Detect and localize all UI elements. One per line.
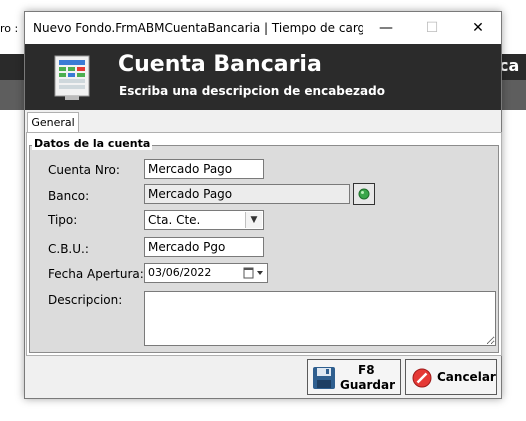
descripcion-label: Descripcion:: [48, 293, 123, 307]
descripcion-textarea[interactable]: [144, 291, 496, 346]
cbu-label: C.B.U.:: [48, 242, 89, 256]
tab-strip: General: [25, 110, 501, 133]
cbu-input[interactable]: [144, 237, 264, 257]
tipo-selected-value: Cta. Cte.: [148, 213, 201, 227]
calendar-dropdown-icon[interactable]: [243, 267, 265, 279]
banco-search-button[interactable]: [353, 183, 375, 205]
cancelar-button[interactable]: Cancelar: [405, 359, 497, 395]
maximize-button: ☐: [425, 20, 439, 36]
group-legend: Datos de la cuenta: [32, 137, 153, 150]
fecha-apertura-label: Fecha Apertura:: [48, 267, 144, 281]
green-globe-icon: [358, 188, 370, 200]
guardar-shortcut: F8: [358, 363, 375, 377]
background-label: ro :: [0, 22, 19, 35]
minimize-button[interactable]: —: [363, 12, 409, 44]
fecha-apertura-picker[interactable]: 03/06/2022: [144, 263, 268, 283]
datos-cuenta-group: Datos de la cuenta Cuenta Nro: Banco: Ti…: [29, 137, 499, 353]
tab-general[interactable]: General: [27, 112, 79, 133]
guardar-button[interactable]: F8 Guardar: [307, 359, 401, 395]
cuenta-nro-input[interactable]: [144, 159, 264, 179]
title-bar[interactable]: Nuevo Fondo.FrmABMCuentaBancaria | Tiemp…: [25, 12, 501, 44]
banco-label: Banco:: [48, 189, 90, 203]
header-subtitle: Escriba una descripcion de encabezado: [119, 84, 385, 98]
tab-panel-general: Datos de la cuenta Cuenta Nro: Banco: Ti…: [26, 132, 502, 356]
fecha-apertura-value: 03/06/2022: [148, 266, 212, 279]
chevron-down-icon[interactable]: ▼: [245, 212, 262, 228]
bank-account-icon: [54, 55, 90, 100]
cuenta-bancaria-dialog: Nuevo Fondo.FrmABMCuentaBancaria | Tiemp…: [24, 11, 502, 399]
guardar-label: Guardar: [340, 378, 396, 392]
header-title: Cuenta Bancaria: [118, 52, 322, 77]
close-button[interactable]: ✕: [455, 12, 501, 44]
cancelar-label: Cancelar: [437, 370, 496, 384]
tipo-select[interactable]: Cta. Cte. ▼: [144, 210, 264, 230]
tipo-label: Tipo:: [48, 213, 78, 227]
dialog-header: Cuenta Bancaria Escriba una descripcion …: [25, 44, 501, 110]
cancel-icon: [412, 368, 432, 388]
banco-input[interactable]: [144, 184, 350, 204]
window-title: Nuevo Fondo.FrmABMCuentaBancaria | Tiemp…: [33, 21, 363, 35]
floppy-disk-icon: [313, 367, 335, 389]
background-title-fragment: ca: [499, 56, 520, 75]
cuenta-nro-label: Cuenta Nro:: [48, 163, 120, 177]
